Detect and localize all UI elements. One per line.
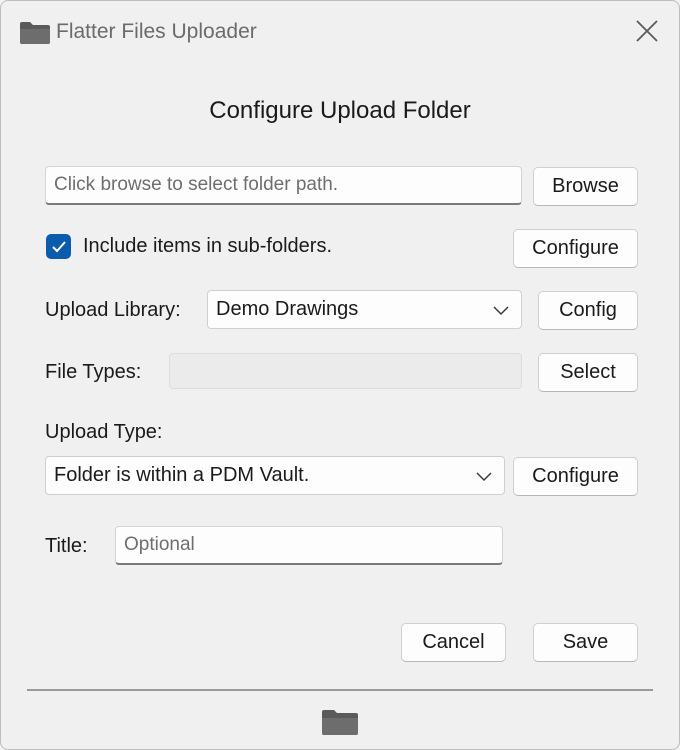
title-label: Title: — [45, 535, 88, 557]
folder-icon — [20, 22, 50, 44]
include-subfolders-checkbox[interactable] — [46, 234, 71, 259]
title-placeholder: Optional — [124, 534, 195, 555]
cancel-button[interactable]: Cancel — [401, 623, 506, 662]
upload-library-label: Upload Library: — [45, 299, 181, 321]
window-title: Flatter Files Uploader — [56, 20, 257, 43]
upload-library-value: Demo Drawings — [216, 298, 359, 320]
footer-divider — [27, 689, 653, 691]
chevron-down-icon — [493, 305, 509, 315]
folder-path-input[interactable]: Click browse to select folder path. — [45, 166, 522, 205]
title-bar: Flatter Files Uploader — [1, 1, 679, 63]
file-types-label: File Types: — [45, 361, 142, 383]
folder-path-placeholder: Click browse to select folder path. — [54, 174, 339, 195]
upload-type-label: Upload Type: — [45, 421, 163, 443]
file-types-select-button[interactable]: Select — [538, 353, 638, 392]
library-config-button[interactable]: Config — [538, 291, 638, 330]
close-button[interactable] — [627, 13, 667, 49]
close-icon — [636, 20, 658, 42]
upload-type-dropdown[interactable]: Folder is within a PDM Vault. — [45, 456, 505, 495]
upload-library-dropdown[interactable]: Demo Drawings — [207, 290, 522, 329]
upload-type-value: Folder is within a PDM Vault. — [54, 464, 310, 486]
dialog-heading: Configure Upload Folder — [209, 97, 471, 124]
file-types-field — [169, 353, 522, 389]
browse-button[interactable]: Browse — [533, 167, 638, 206]
checkmark-icon — [51, 240, 66, 252]
dialog-window: Flatter Files Uploader Configure Upload … — [0, 0, 680, 750]
upload-type-configure-button[interactable]: Configure — [513, 457, 638, 496]
include-subfolders-label: Include items in sub-folders. — [83, 235, 333, 257]
save-button[interactable]: Save — [533, 623, 638, 662]
folder-icon — [322, 710, 358, 735]
chevron-down-icon — [476, 471, 492, 481]
subfolders-configure-button[interactable]: Configure — [513, 229, 638, 268]
title-input[interactable]: Optional — [115, 526, 503, 565]
